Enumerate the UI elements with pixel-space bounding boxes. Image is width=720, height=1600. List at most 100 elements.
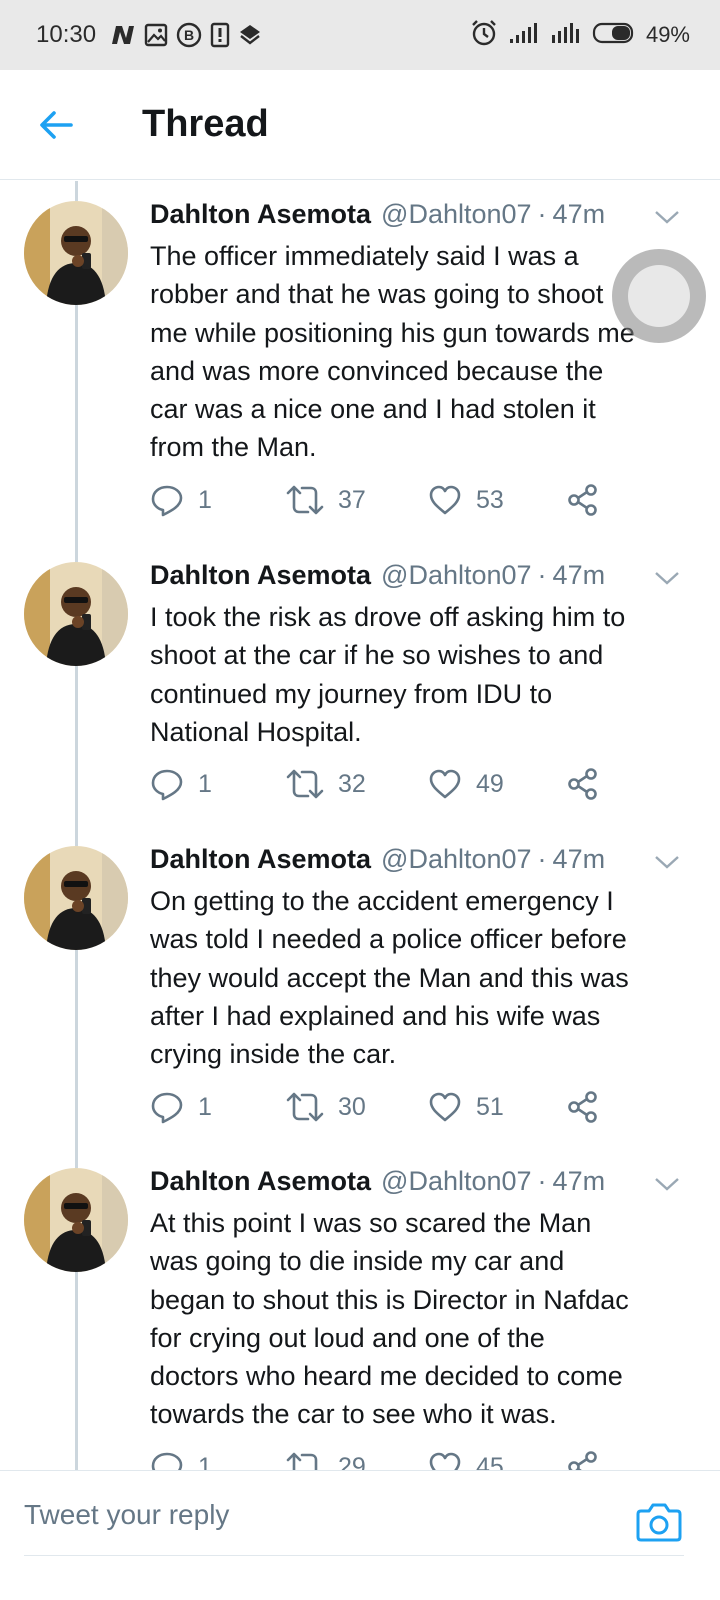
- avatar[interactable]: [24, 1168, 128, 1272]
- retweet-button[interactable]: 30: [286, 1087, 366, 1127]
- tweet-timestamp: 47m: [552, 199, 606, 229]
- share-icon: [568, 1091, 597, 1123]
- reply-icon: [151, 485, 183, 517]
- avatar[interactable]: [24, 201, 128, 305]
- like-button[interactable]: 53: [428, 480, 504, 520]
- camera-icon[interactable]: [636, 1499, 682, 1543]
- reply-divider: [24, 1555, 684, 1556]
- like-count: 53: [476, 485, 504, 514]
- separator-dot: ·: [537, 844, 547, 874]
- back-button[interactable]: [26, 95, 86, 155]
- battery-icon: [592, 21, 636, 50]
- tweet-actions: 1 30 51: [150, 1087, 610, 1127]
- reply-button[interactable]: 1: [150, 1087, 212, 1127]
- like-count: 51: [476, 1092, 504, 1121]
- like-button[interactable]: 49: [428, 764, 504, 804]
- alarm-icon: [470, 19, 498, 52]
- b-icon: B: [176, 22, 202, 48]
- image-icon: [144, 23, 168, 47]
- arrow-left-icon: [40, 110, 73, 139]
- tweet-header: Dahlton Asemota @Dahlton07 · 47m: [150, 1166, 690, 1202]
- reply-input[interactable]: Tweet your reply: [24, 1499, 229, 1531]
- retweet-icon: [286, 769, 324, 799]
- retweet-count: 30: [338, 1092, 366, 1121]
- chevron-down-icon[interactable]: [654, 207, 680, 227]
- reply-icon: [151, 1452, 183, 1470]
- tweet-timestamp: 47m: [552, 1166, 606, 1196]
- status-time: 10:30: [36, 21, 97, 48]
- retweet-button[interactable]: 37: [286, 480, 366, 520]
- tweet-body: Dahlton Asemota @Dahlton07 · 47m The off…: [150, 199, 690, 467]
- author-name[interactable]: Dahlton Asemota: [150, 1166, 371, 1197]
- like-count: 45: [476, 1452, 504, 1471]
- author-handle[interactable]: @Dahlton07: [381, 1166, 532, 1197]
- layers-icon: [238, 23, 262, 47]
- tweet-body: Dahlton Asemota @Dahlton07 · 47m I took …: [150, 560, 690, 751]
- share-icon: [568, 768, 597, 800]
- avatar[interactable]: [24, 562, 128, 666]
- app-header: Thread: [0, 70, 720, 180]
- sim-icon: [210, 22, 230, 48]
- thread-connector-line: [75, 181, 78, 1470]
- chevron-down-icon[interactable]: [654, 568, 680, 588]
- heart-icon: [429, 1452, 461, 1470]
- share-icon: [568, 1451, 597, 1470]
- like-button[interactable]: 51: [428, 1087, 504, 1127]
- heart-icon: [429, 769, 461, 799]
- system-icons: 49%: [470, 19, 690, 52]
- share-button[interactable]: [566, 1447, 600, 1470]
- battery-percent: 49%: [645, 22, 690, 47]
- share-button[interactable]: [566, 1087, 600, 1127]
- tweet-text: I took the risk as drove off asking him …: [150, 602, 626, 747]
- tweet-text: On getting to the accident emergency I w…: [150, 886, 629, 1070]
- thread-feed[interactable]: Dahlton Asemota @Dahlton07 · 47m The off…: [0, 181, 720, 1470]
- retweet-icon: [286, 1092, 324, 1122]
- heart-icon: [429, 1092, 461, 1122]
- avatar[interactable]: [24, 846, 128, 950]
- share-button[interactable]: [566, 764, 600, 804]
- reply-button[interactable]: 1: [150, 764, 212, 804]
- chevron-down-icon[interactable]: [654, 1174, 680, 1194]
- tweet-actions: 1 32 49: [150, 764, 610, 804]
- retweet-icon: [286, 485, 324, 515]
- touch-indicator: [612, 249, 706, 343]
- author-name[interactable]: Dahlton Asemota: [150, 844, 371, 875]
- separator-dot: ·: [537, 560, 547, 590]
- reply-icon: [151, 769, 183, 801]
- retweet-button[interactable]: 32: [286, 764, 366, 804]
- chevron-down-icon[interactable]: [654, 852, 680, 872]
- tweet-header: Dahlton Asemota @Dahlton07 · 47m: [150, 199, 690, 235]
- reply-count: 1: [198, 1452, 212, 1471]
- retweet-count: 29: [338, 1452, 366, 1471]
- tweet-text: At this point I was so scared the Man wa…: [150, 1208, 629, 1430]
- tweet-header: Dahlton Asemota @Dahlton07 · 47m: [150, 844, 690, 880]
- signal-icon: [550, 21, 582, 50]
- tweet-text: The officer immediately said I was a rob…: [150, 241, 635, 463]
- separator-dot: ·: [537, 1166, 547, 1196]
- page-title: Thread: [142, 103, 269, 145]
- reply-icon: [151, 1092, 183, 1124]
- status-bar: 10:30 B 49%: [0, 0, 720, 70]
- reply-button[interactable]: 1: [150, 480, 212, 520]
- tweet-actions: 1 37 53: [150, 480, 610, 520]
- retweet-button[interactable]: 29: [286, 1447, 366, 1470]
- retweet-count: 37: [338, 485, 366, 514]
- svg-text:B: B: [184, 27, 194, 43]
- share-button[interactable]: [566, 480, 600, 520]
- separator-dot: ·: [537, 199, 547, 229]
- author-handle[interactable]: @Dahlton07: [381, 199, 532, 230]
- author-handle[interactable]: @Dahlton07: [381, 844, 532, 875]
- reply-count: 1: [198, 485, 212, 514]
- share-icon: [568, 484, 597, 516]
- author-handle[interactable]: @Dahlton07: [381, 560, 532, 591]
- signal-icon: [508, 21, 540, 50]
- n-icon: [110, 24, 136, 46]
- author-name[interactable]: Dahlton Asemota: [150, 560, 371, 591]
- reply-button[interactable]: 1: [150, 1447, 212, 1470]
- reply-bar: Tweet your reply: [0, 1470, 720, 1570]
- tweet-body: Dahlton Asemota @Dahlton07 · 47m On gett…: [150, 844, 690, 1073]
- tweet-header: Dahlton Asemota @Dahlton07 · 47m: [150, 560, 690, 596]
- like-button[interactable]: 45: [428, 1447, 504, 1470]
- tweet-actions: 1 29 45: [150, 1447, 610, 1470]
- author-name[interactable]: Dahlton Asemota: [150, 199, 371, 230]
